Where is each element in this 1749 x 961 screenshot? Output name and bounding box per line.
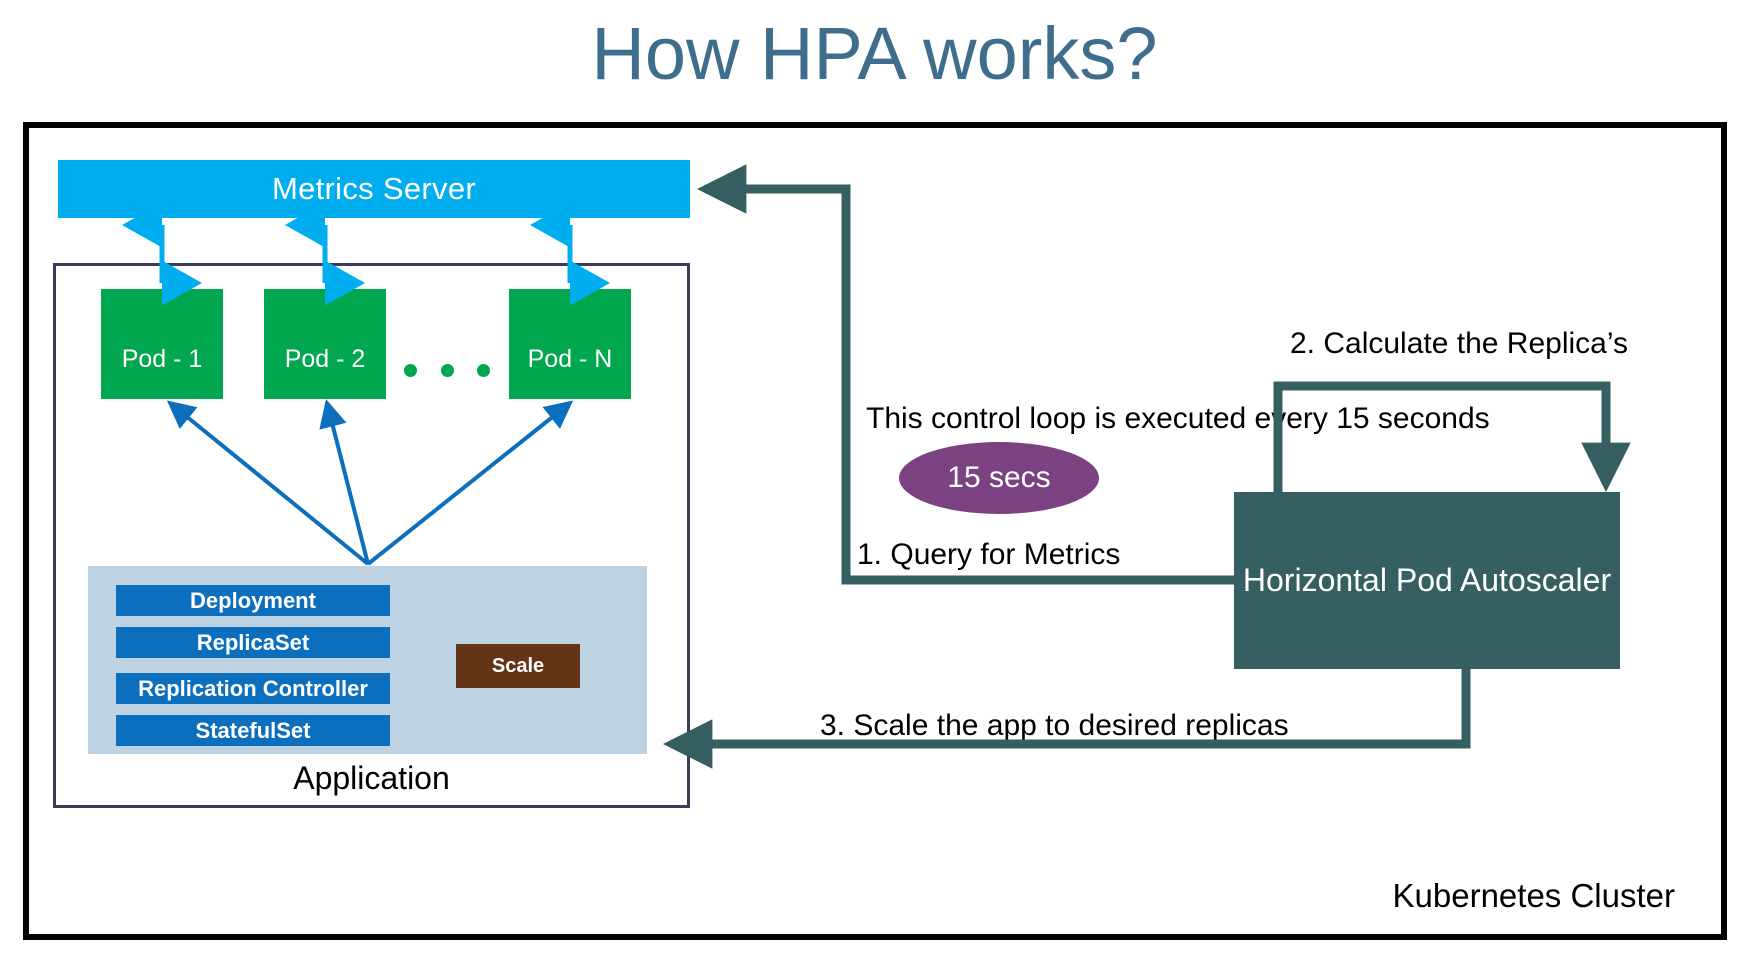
workload-replicaset: ReplicaSet	[116, 627, 390, 658]
control-loop-interval-label: 15 secs	[947, 461, 1051, 494]
control-loop-note: This control loop is executed every 15 s…	[866, 402, 1490, 435]
pod-ellipsis-icon	[404, 355, 490, 385]
workload-replication-controller: Replication Controller	[116, 673, 390, 704]
workload-label: Replication Controller	[138, 675, 368, 701]
horizontal-pod-autoscaler-box: Horizontal Pod Autoscaler	[1234, 492, 1620, 669]
pod-box: Pod - N	[509, 289, 631, 399]
diagram-canvas: How HPA works? Kubernetes Cluster Metric…	[0, 0, 1749, 961]
hpa-label: Horizontal Pod Autoscaler	[1242, 562, 1612, 598]
page-title: How HPA works?	[591, 12, 1158, 95]
pod-box: Pod - 2	[264, 289, 386, 399]
step-1-label: 1. Query for Metrics	[857, 538, 1121, 571]
workload-statefulset: StatefulSet	[116, 715, 390, 746]
workload-controllers-panel: Deployment ReplicaSet Replication Contro…	[88, 566, 647, 754]
workload-label: StatefulSet	[195, 717, 311, 743]
application-label: Application	[293, 760, 450, 796]
control-loop-interval-badge: 15 secs	[899, 442, 1099, 514]
ellipsis-dot	[440, 363, 454, 377]
step-3-label: 3. Scale the app to desired replicas	[820, 709, 1289, 742]
workload-label: Deployment	[190, 587, 316, 613]
step-2-label: 2. Calculate the Replica’s	[1290, 327, 1628, 360]
workload-deployment: Deployment	[116, 585, 390, 616]
scale-label: Scale	[491, 654, 545, 677]
pod-box: Pod - 1	[101, 289, 223, 399]
metrics-server-box: Metrics Server	[58, 160, 690, 218]
ellipsis-dot	[404, 363, 417, 377]
scale-subresource-box: Scale	[456, 644, 580, 688]
workload-label: ReplicaSet	[196, 629, 310, 655]
pod-label: Pod - 1	[121, 344, 203, 373]
metrics-server-label: Metrics Server	[271, 171, 476, 206]
pod-label: Pod - N	[527, 344, 613, 373]
kubernetes-cluster-label: Kubernetes Cluster	[1392, 877, 1675, 914]
ellipsis-dot	[477, 363, 490, 377]
pod-label: Pod - 2	[284, 344, 366, 373]
